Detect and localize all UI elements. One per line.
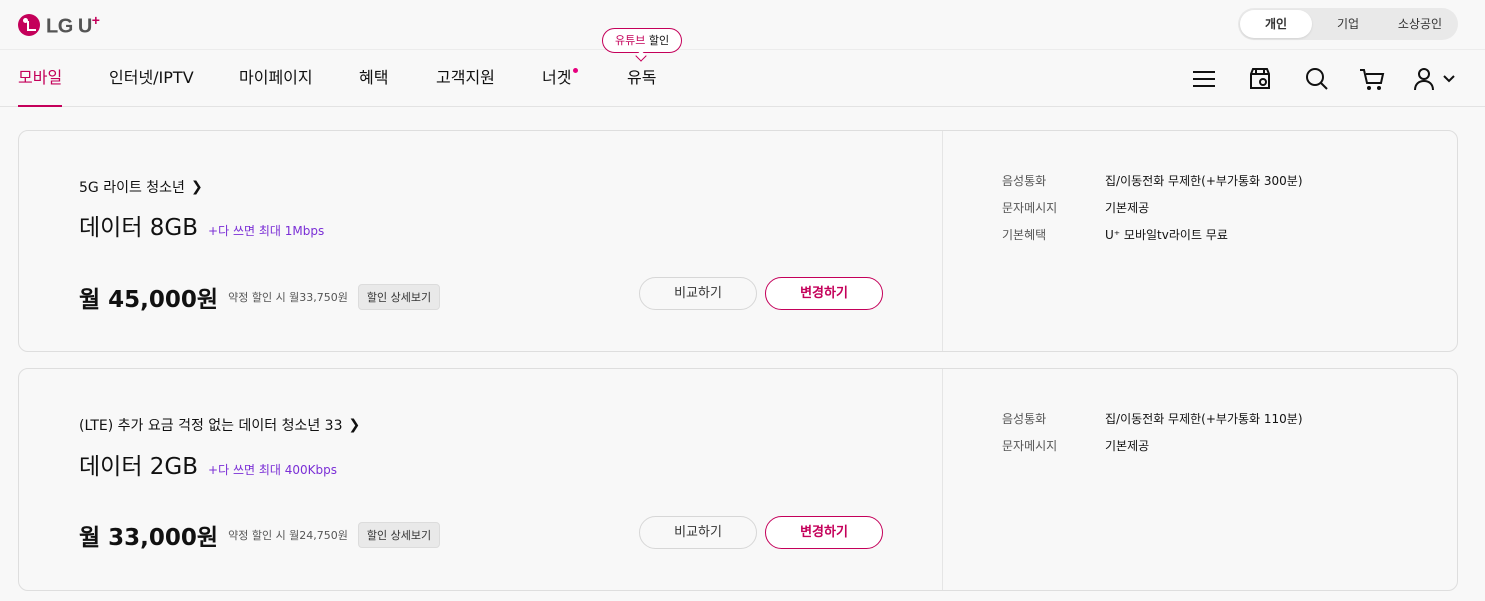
discount-detail-button[interactable]: 할인 상세보기 [357,284,441,310]
data-speed-note: +다 쓰면 최대 400Kbps [208,463,337,477]
spec-value: 집/이동전화 무제한(+부가통화 110분) [1105,412,1303,426]
data-amount: 데이터 8GB +다 쓰면 최대 1Mbps [79,215,325,241]
compare-button[interactable]: 비교하기 [639,277,757,310]
chevron-down-icon [1443,75,1455,83]
monthly-price: 월 33,000원 [79,525,219,551]
nav-support[interactable]: 고객지원 [436,50,495,107]
discount-price: 약정 할인 시 월24,750원 [228,529,348,542]
top-bar: LG U+ 개인 기업 소상공인 [0,0,1485,50]
segment-business[interactable]: 기업 [1312,10,1384,38]
plan-name-link[interactable]: (LTE) 추가 요금 걱정 없는 데이터 청소년 33 ❯ [79,415,360,435]
nav-internet-iptv[interactable]: 인터넷/IPTV [109,50,194,107]
card-divider [942,369,943,590]
plan-name: (LTE) 추가 요금 걱정 없는 데이터 청소년 33 [79,418,343,434]
spec-value: 기본제공 [1105,201,1150,215]
card-divider [942,131,943,351]
plan-name-link[interactable]: 5G 라이트 청소년 ❯ [79,177,203,197]
nav-nugget-label: 너겟 [542,68,572,87]
spec-label: 음성통화 [1002,412,1047,426]
search-icon[interactable] [1303,65,1331,93]
nav-mypage[interactable]: 마이페이지 [239,50,313,107]
plan-card: 5G 라이트 청소년 ❯ 데이터 8GB +다 쓰면 최대 1Mbps 월 45,0… [18,130,1458,352]
chevron-right-icon: ❯ [190,179,203,195]
spec-value: U⁺ 모바일tv라이트 무료 [1105,228,1228,242]
data-amount: 데이터 2GB +다 쓰면 최대 400Kbps [79,454,337,480]
spec-label: 기본혜택 [1002,228,1047,242]
main-nav: 모바일 인터넷/IPTV 마이페이지 혜택 고객지원 너겟 유독 [0,50,1485,107]
spec-label: 음성통화 [1002,174,1047,188]
price-row: 월 45,000원 약정 할인 시 월33,750원 할인 상세보기 [79,280,441,314]
discount-price: 약정 할인 시 월33,750원 [228,291,348,304]
plan-name: 5G 라이트 청소년 [79,180,185,196]
plan-card: (LTE) 추가 요금 걱정 없는 데이터 청소년 33 ❯ 데이터 2GB +다 … [18,368,1458,591]
spec-value: 집/이동전화 무제한(+부가통화 300분) [1105,174,1303,188]
monthly-price: 월 45,000원 [79,287,219,313]
data-speed-note: +다 쓰면 최대 1Mbps [208,224,325,238]
new-dot-badge [573,68,579,73]
spec-value: 기본제공 [1105,439,1150,453]
youtube-discount-bubble[interactable]: 유튜브 할인 [602,28,683,53]
lg-uplus-logo[interactable]: LG U+ [18,12,100,39]
cart-icon[interactable] [1358,65,1386,93]
segment-small-business[interactable]: 소상공인 [1384,10,1456,38]
change-plan-button[interactable]: 변경하기 [765,277,883,310]
compare-button[interactable]: 비교하기 [639,516,757,549]
store-icon[interactable] [1246,65,1274,93]
segment-personal[interactable]: 개인 [1240,10,1312,38]
nav-benefits[interactable]: 혜택 [359,50,388,107]
plan-specs: 음성통화 집/이동전화 무제한(+부가통화 110분) 문자메시지 기본제공 [1002,410,1303,454]
price-row: 월 33,000원 약정 할인 시 월24,750원 할인 상세보기 [79,518,441,552]
nav-mobile[interactable]: 모바일 [18,50,63,107]
lg-logo-icon [18,14,40,37]
menu-icon[interactable] [1190,65,1218,93]
spec-label: 문자메시지 [1002,201,1058,215]
change-plan-button[interactable]: 변경하기 [765,516,883,549]
nav-nugget[interactable]: 너겟 [542,50,579,107]
plan-specs: 음성통화 집/이동전화 무제한(+부가통화 300분) 문자메시지 기본제공 기본혜… [1002,172,1303,243]
chevron-right-icon: ❯ [348,417,361,433]
logo-text: LG U+ [46,12,100,38]
customer-type-switch: 개인 기업 소상공인 [1238,8,1458,40]
spec-label: 문자메시지 [1002,439,1058,453]
discount-detail-button[interactable]: 할인 상세보기 [357,522,441,548]
user-menu[interactable] [1412,65,1458,93]
